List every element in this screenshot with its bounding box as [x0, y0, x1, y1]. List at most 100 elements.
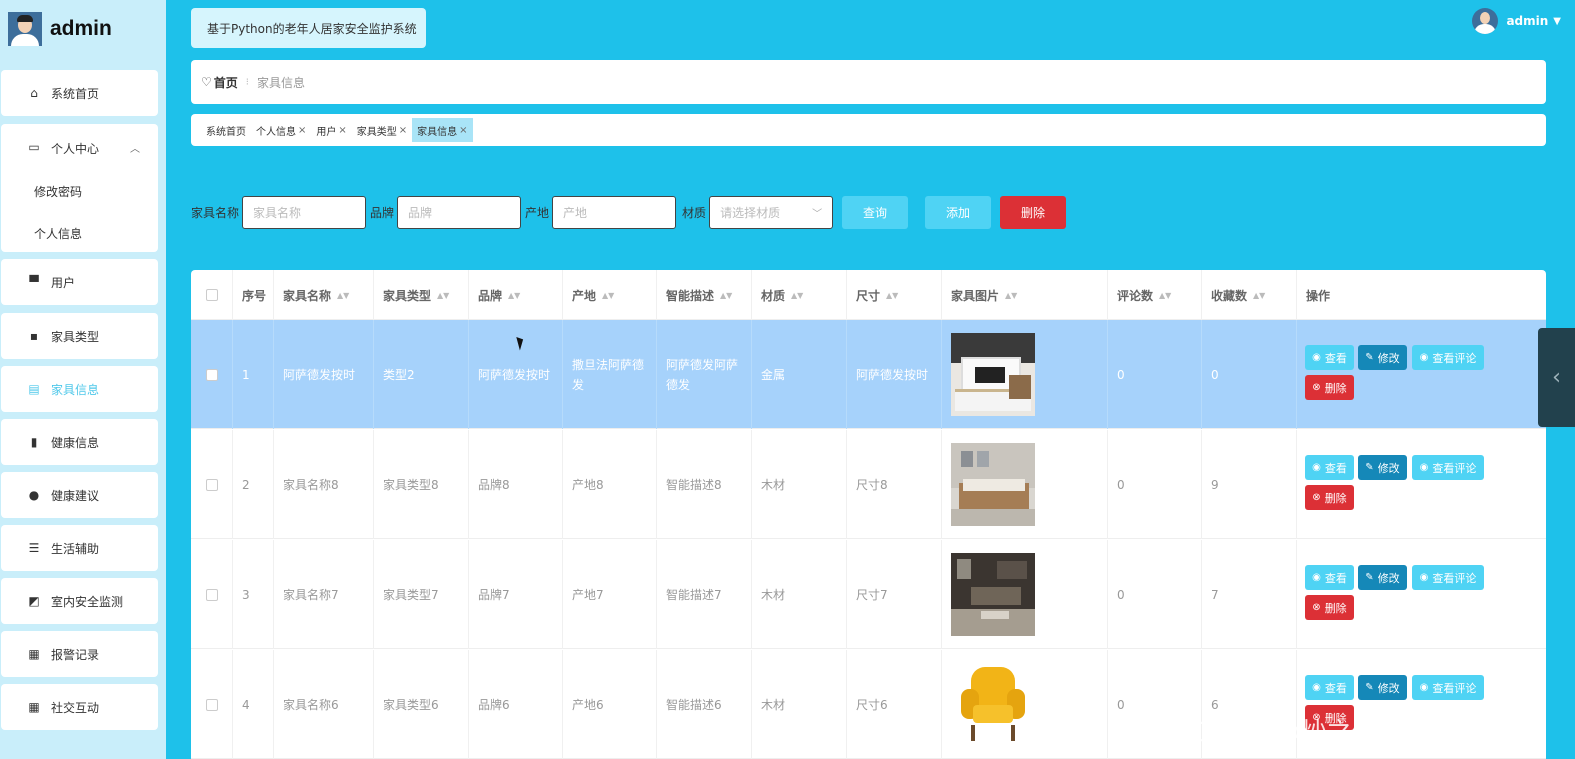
- cell-size: 阿萨德发按时: [847, 320, 942, 429]
- placeholder: 产地: [563, 206, 588, 220]
- user-menu[interactable]: admin ▼: [1472, 8, 1561, 34]
- row-checkbox[interactable]: [191, 320, 233, 429]
- view-button[interactable]: ◉ 查看: [1305, 455, 1354, 480]
- cell-favs: 7: [1202, 540, 1297, 649]
- furniture-image[interactable]: [951, 663, 1035, 746]
- tag-home[interactable]: 系统首页: [201, 118, 251, 142]
- col-desc[interactable]: 智能描述 ▲▼: [657, 270, 752, 320]
- op-label: 查看评论: [1432, 681, 1477, 695]
- sidebar-item-label: 健康建议: [51, 488, 100, 503]
- sidebar-item-indoor-safety[interactable]: ◩ 室内安全监测: [1, 578, 158, 624]
- breadcrumb-current: 家具信息: [256, 75, 305, 90]
- close-icon[interactable]: ×: [459, 125, 467, 136]
- furniture-name-input[interactable]: 家具名称: [242, 196, 367, 229]
- breadcrumb: ♡ 首页 ⁝ 家具信息: [191, 60, 1546, 104]
- breadcrumb-home[interactable]: ♡ 首页: [201, 74, 238, 91]
- row-delete-button[interactable]: ⊗ 删除: [1305, 485, 1354, 510]
- sort-icon[interactable]: ▲▼: [1159, 291, 1171, 299]
- chat-icon: ▪: [29, 329, 39, 343]
- eye-icon: ◉: [1312, 682, 1321, 693]
- sort-icon[interactable]: ▲▼: [791, 291, 803, 299]
- sidebar-item-furniture-type[interactable]: ▪ 家具类型: [1, 313, 158, 359]
- cell-favs: 0: [1202, 320, 1297, 429]
- brand-input[interactable]: 品牌: [397, 196, 522, 229]
- cell-image: [942, 320, 1108, 429]
- sidebar-item-users[interactable]: ▀ 用户: [1, 259, 158, 305]
- furniture-image[interactable]: [951, 553, 1035, 636]
- sort-icon[interactable]: ▲▼: [508, 291, 520, 299]
- edit-button[interactable]: ✎ 修改: [1358, 565, 1407, 590]
- col-name[interactable]: 家具名称 ▲▼: [274, 270, 374, 320]
- op-label: 查看评论: [1432, 571, 1477, 585]
- sort-icon[interactable]: ▲▼: [337, 291, 349, 299]
- table-row[interactable]: 2 家具名称8 家具类型8 品牌8 产地8 智能描述8 木材 尺寸8 0 9 ◉…: [191, 430, 1546, 539]
- furniture-image[interactable]: [951, 333, 1035, 416]
- table-row[interactable]: 1 阿萨德发按时 类型2 阿萨德发按时 撒旦法阿萨德发 阿萨德发阿萨德发 金属 …: [191, 320, 1546, 429]
- eye-icon: ◉: [1419, 352, 1429, 363]
- view-comments-button[interactable]: ◉ 查看评论: [1412, 675, 1484, 700]
- sidebar-item-life-assist[interactable]: ☰ 生活辅助: [1, 525, 158, 571]
- close-icon[interactable]: ×: [338, 125, 346, 136]
- col-comments[interactable]: 评论数 ▲▼: [1108, 270, 1202, 320]
- col-size[interactable]: 尺寸 ▲▼: [847, 270, 942, 320]
- edit-button[interactable]: ✎ 修改: [1358, 675, 1407, 700]
- row-delete-button[interactable]: ⊗ 删除: [1305, 375, 1354, 400]
- heart-icon: ♡: [201, 75, 212, 89]
- view-button[interactable]: ◉ 查看: [1305, 565, 1354, 590]
- sort-icon[interactable]: ▲▼: [602, 291, 614, 299]
- furniture-image[interactable]: [951, 443, 1035, 526]
- cell-origin: 产地6: [563, 650, 657, 759]
- col-brand[interactable]: 品牌 ▲▼: [469, 270, 563, 320]
- sidebar-item-home[interactable]: ⌂ 系统首页: [1, 70, 158, 116]
- sidebar-item-health-advice[interactable]: ● 健康建议: [1, 472, 158, 518]
- sidebar-item-label: 生活辅助: [51, 541, 100, 556]
- delete-button[interactable]: 删除: [1000, 196, 1067, 229]
- tag-furniture-type[interactable]: 家具类型 ×: [352, 118, 412, 142]
- tag-users[interactable]: 用户 ×: [311, 118, 351, 142]
- edit-button[interactable]: ✎ 修改: [1358, 345, 1407, 370]
- view-comments-button[interactable]: ◉ 查看评论: [1412, 345, 1484, 370]
- add-button[interactable]: 添加: [925, 196, 992, 229]
- row-checkbox[interactable]: [191, 540, 233, 649]
- view-comments-button[interactable]: ◉ 查看评论: [1412, 455, 1484, 480]
- sidebar-item-alarm-records[interactable]: ▦ 报警记录: [1, 631, 158, 677]
- sort-icon[interactable]: ▲▼: [720, 291, 732, 299]
- sort-icon[interactable]: ▲▼: [437, 291, 449, 299]
- sidebar-item-social[interactable]: ▦ 社交互动: [1, 684, 158, 730]
- origin-input[interactable]: 产地: [552, 196, 677, 229]
- sidebar-item-furniture-info[interactable]: ▤ 家具信息: [1, 366, 158, 412]
- close-icon[interactable]: ×: [399, 125, 407, 136]
- col-favs[interactable]: 收藏数 ▲▼: [1202, 270, 1297, 320]
- col-image[interactable]: 家具图片 ▲▼: [942, 270, 1108, 320]
- edit-button[interactable]: ✎ 修改: [1358, 455, 1407, 480]
- material-select[interactable]: 请选择材质 ﹀: [709, 196, 834, 229]
- row-checkbox[interactable]: [191, 650, 233, 759]
- query-button[interactable]: 查询: [842, 196, 909, 229]
- sort-icon[interactable]: ▲▼: [1005, 291, 1017, 299]
- sort-icon[interactable]: ▲▼: [1253, 291, 1265, 299]
- view-comments-button[interactable]: ◉ 查看评论: [1412, 565, 1484, 590]
- cell-name: 家具名称8: [274, 430, 374, 539]
- col-material[interactable]: 材质 ▲▼: [752, 270, 847, 320]
- tag-furniture-info[interactable]: 家具信息 ×: [412, 118, 473, 142]
- select-all-checkbox[interactable]: [191, 270, 233, 320]
- row-checkbox[interactable]: [191, 430, 233, 539]
- close-icon[interactable]: ×: [298, 125, 306, 136]
- col-type[interactable]: 家具类型 ▲▼: [374, 270, 469, 320]
- sort-icon[interactable]: ▲▼: [886, 291, 898, 299]
- submenu-change-password[interactable]: 修改密码: [34, 183, 82, 200]
- view-button[interactable]: ◉ 查看: [1305, 345, 1354, 370]
- chevron-left-icon[interactable]: ‹: [1538, 328, 1575, 427]
- op-label: 删除: [1324, 381, 1347, 395]
- op-label: 修改: [1377, 571, 1400, 585]
- row-delete-button[interactable]: ⊗ 删除: [1305, 595, 1354, 620]
- sidebar-item-label: 室内安全监测: [51, 594, 124, 609]
- sidebar-item-health-info[interactable]: ▮ 健康信息: [1, 419, 158, 465]
- brand: admin: [0, 0, 166, 58]
- cell-desc: 智能描述8: [657, 430, 752, 539]
- col-origin[interactable]: 产地 ▲▼: [563, 270, 657, 320]
- view-button[interactable]: ◉ 查看: [1305, 675, 1354, 700]
- submenu-personal-info[interactable]: 个人信息: [34, 225, 82, 242]
- tag-personal-info[interactable]: 个人信息 ×: [251, 118, 311, 142]
- table-row[interactable]: 3 家具名称7 家具类型7 品牌7 产地7 智能描述7 木材 尺寸7 0 7 ◉…: [191, 540, 1546, 649]
